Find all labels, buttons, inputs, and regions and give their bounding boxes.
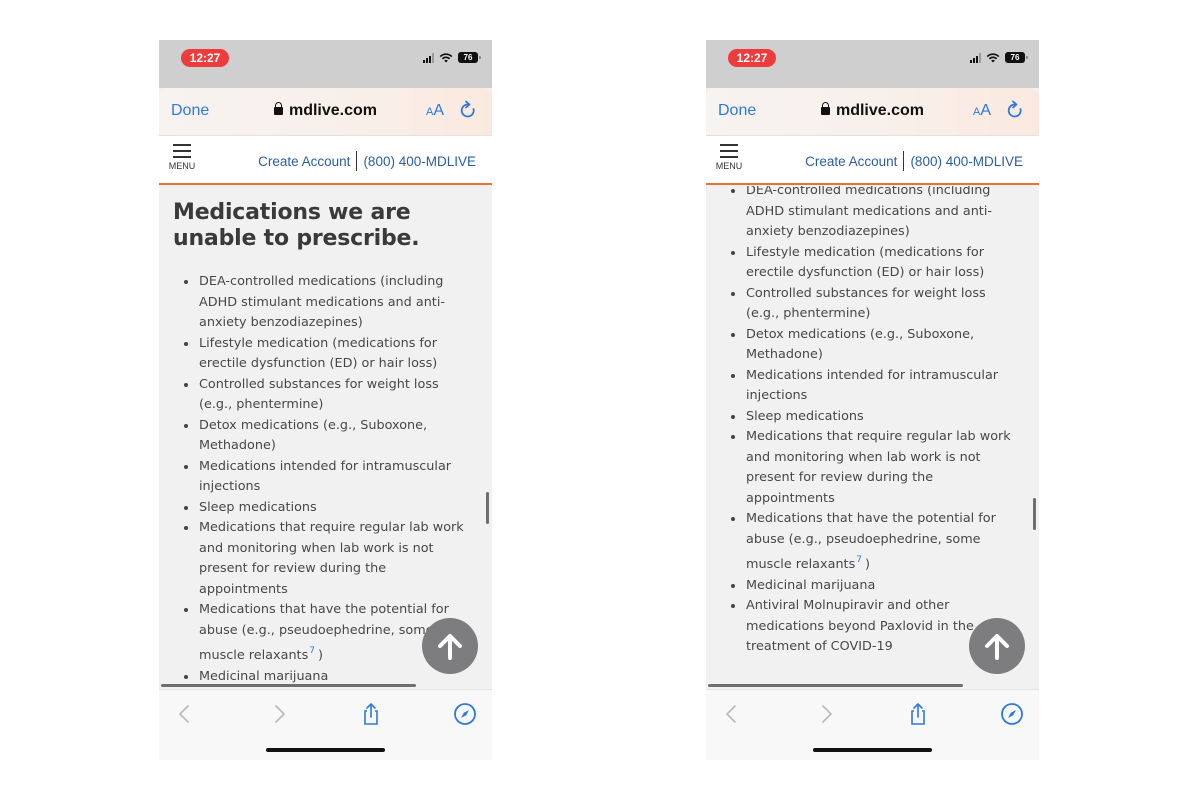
medications-list: DEA-controlled medications (including AD… (706, 186, 1039, 658)
lock-icon (273, 102, 283, 115)
medication-list-item: Sleep medications (731, 407, 1021, 428)
site-header: MENU Create Account (800) 400-MDLIVE (159, 136, 492, 185)
status-icons: 76 (970, 52, 1028, 63)
medication-list-item: Medicinal marijuana (731, 576, 1021, 597)
text-size-button[interactable]: AA (973, 102, 991, 120)
medication-list-item: DEA-controlled medications (including AD… (731, 186, 1021, 243)
compass-icon[interactable] (1000, 702, 1024, 726)
menu-label: MENU (168, 161, 196, 171)
medication-list-item: Medications that require regular lab wor… (731, 427, 1021, 509)
medication-list-item: Antiviral Molnupiravir and other medicat… (199, 687, 474, 688)
compass-icon[interactable] (453, 702, 477, 726)
medication-list-item: Detox medications (e.g., Suboxone, Metha… (184, 416, 474, 457)
back-chevron-icon[interactable] (720, 702, 744, 726)
wifi-icon (439, 52, 453, 62)
cellular-signal-icon (970, 52, 981, 63)
phone-screenshot-left: 12:27 76 Done mdlive.com AA MENU Create … (159, 40, 492, 760)
status-bar: 12:27 76 (159, 40, 492, 88)
page-content[interactable]: Medications we are unable to prescribe. … (706, 186, 1039, 688)
arrow-up-icon (438, 634, 462, 660)
url-text: mdlive.com (835, 102, 925, 119)
reload-icon[interactable] (1005, 100, 1025, 122)
phone-link[interactable]: (800) 400-MDLIVE (910, 154, 1023, 169)
home-indicator (266, 748, 385, 752)
arrow-up-icon (985, 634, 1009, 660)
scroll-to-top-button[interactable] (422, 618, 478, 674)
medication-list-item: DEA-controlled medications (including AD… (184, 272, 474, 334)
horizontal-scrollbar[interactable] (161, 684, 416, 687)
safari-address-bar: Done mdlive.com AA (706, 88, 1039, 136)
menu-button[interactable]: MENU (167, 144, 197, 171)
back-chevron-icon[interactable] (173, 702, 197, 726)
medication-list-item: Detox medications (e.g., Suboxone, Metha… (731, 325, 1021, 366)
forward-chevron-icon[interactable] (267, 702, 291, 726)
page-content[interactable]: Medications we are unable to prescribe. … (159, 186, 492, 688)
medication-list-item: Medications intended for intramuscular i… (184, 457, 474, 498)
reload-icon[interactable] (458, 100, 478, 122)
footnote-link[interactable]: 7 (309, 646, 315, 656)
medication-list-item: Medications that require regular lab wor… (184, 518, 474, 600)
medication-list-item: Controlled substances for weight loss (e… (184, 375, 474, 416)
header-links: Create Account (800) 400-MDLIVE (258, 151, 476, 171)
medication-list-item: Sleep medications (184, 498, 474, 519)
status-icons: 76 (423, 52, 481, 63)
forward-chevron-icon[interactable] (814, 702, 838, 726)
medication-list-item: Medications that have the potential for … (731, 509, 1021, 576)
site-header: MENU Create Account (800) 400-MDLIVE (706, 136, 1039, 185)
hamburger-icon (167, 144, 197, 158)
phone-screenshot-right: 12:27 76 Done mdlive.com AA MENU Create … (706, 40, 1039, 760)
hamburger-icon (714, 144, 744, 158)
menu-label: MENU (715, 161, 743, 171)
vertical-scrollbar[interactable] (486, 492, 489, 524)
header-links: Create Account (800) 400-MDLIVE (805, 151, 1023, 171)
create-account-link[interactable]: Create Account (258, 154, 350, 169)
status-bar: 12:27 76 (706, 40, 1039, 88)
wifi-icon (986, 52, 1000, 62)
medication-list-item: Medications intended for intramuscular i… (731, 366, 1021, 407)
scroll-to-top-button[interactable] (969, 618, 1025, 674)
text-size-button[interactable]: AA (426, 102, 444, 120)
phone-link[interactable]: (800) 400-MDLIVE (363, 154, 476, 169)
medication-list-item: Lifestyle medication (medications for er… (184, 334, 474, 375)
safari-toolbar (159, 689, 492, 760)
page-heading: Medications we are unable to prescribe. (173, 200, 420, 251)
status-time: 12:27 (728, 49, 776, 67)
share-icon[interactable] (359, 702, 383, 726)
link-divider (903, 151, 905, 171)
home-indicator (813, 748, 932, 752)
battery-icon: 76 (1005, 52, 1028, 63)
medication-list-item: Controlled substances for weight loss (e… (731, 284, 1021, 325)
battery-icon: 76 (458, 52, 481, 63)
horizontal-scrollbar[interactable] (708, 684, 963, 687)
url-text: mdlive.com (288, 102, 378, 119)
menu-button[interactable]: MENU (714, 144, 744, 171)
vertical-scrollbar[interactable] (1033, 498, 1036, 530)
share-icon[interactable] (906, 702, 930, 726)
safari-toolbar (706, 689, 1039, 760)
lock-icon (820, 102, 830, 115)
footnote-link[interactable]: 7 (856, 555, 862, 565)
link-divider (356, 151, 358, 171)
safari-address-bar: Done mdlive.com AA (159, 88, 492, 136)
cellular-signal-icon (423, 52, 434, 63)
medication-list-item: Lifestyle medication (medications for er… (731, 243, 1021, 284)
create-account-link[interactable]: Create Account (805, 154, 897, 169)
status-time: 12:27 (181, 49, 229, 67)
